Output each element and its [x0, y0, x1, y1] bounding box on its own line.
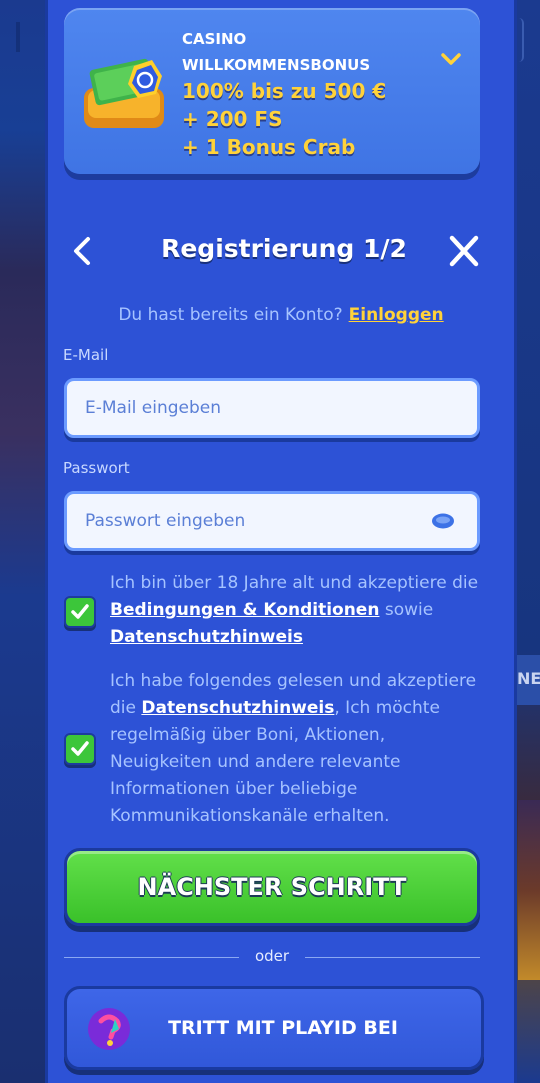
chevron-down-icon[interactable]	[440, 50, 462, 68]
checkmark-icon	[71, 604, 89, 619]
background-tab: NE	[515, 655, 540, 705]
background-menu-icon	[16, 22, 30, 52]
bonus-eyebrow-line1: CASINO	[182, 30, 247, 48]
eye-icon[interactable]	[431, 512, 455, 530]
consent-marketing-text: Ich habe folgendes gelesen und akzeptier…	[110, 668, 490, 830]
registration-modal: CASINO WILLKOMMENSBONUS 100% bis zu 500 …	[45, 0, 517, 1083]
email-label: E-Mail	[63, 346, 109, 364]
consent-age-text-a: Ich bin über 18 Jahre alt und akzeptiere…	[110, 573, 479, 593]
password-input[interactable]	[85, 494, 425, 548]
privacy-link[interactable]: Datenschutzhinweis	[110, 627, 303, 647]
playid-button[interactable]: TRITT MIT PLAYID BEI	[64, 986, 484, 1070]
next-step-button[interactable]: NÄCHSTER SCHRITT	[64, 848, 480, 926]
welcome-bonus-card[interactable]: CASINO WILLKOMMENSBONUS 100% bis zu 500 …	[64, 8, 480, 174]
terms-link[interactable]: Bedingungen & Konditionen	[110, 600, 379, 620]
consent-marketing: Ich habe folgendes gelesen und akzeptier…	[64, 668, 484, 832]
consent-age-checkbox[interactable]	[64, 596, 96, 628]
divider-line	[305, 957, 480, 958]
background-promo	[518, 800, 540, 980]
bonus-offer: 100% bis zu 500 € + 200 FS + 1 Bonus Cra…	[182, 77, 386, 161]
login-prompt-text: Du hast bereits ein Konto?	[118, 305, 343, 325]
consent-age-text-b: sowie	[384, 600, 434, 620]
login-prompt: Du hast bereits ein Konto? Einloggen	[48, 305, 514, 325]
bonus-eyebrow: CASINO WILLKOMMENSBONUS	[182, 26, 370, 78]
background-left	[0, 0, 45, 1083]
consent-marketing-checkbox[interactable]	[64, 733, 96, 765]
bonus-offer-line2: + 200 FS	[182, 107, 283, 131]
bonus-eyebrow-line2: WILLKOMMENSBONUS	[182, 56, 371, 74]
checkmark-icon	[71, 741, 89, 756]
divider: oder	[64, 947, 480, 967]
privacy-link[interactable]: Datenschutzhinweis	[141, 698, 334, 718]
consent-age-terms: Ich bin über 18 Jahre alt und akzeptiere…	[64, 570, 484, 652]
bonus-offer-line1: 100% bis zu 500 €	[182, 79, 387, 103]
email-field[interactable]	[64, 378, 480, 438]
divider-text: oder	[254, 947, 290, 965]
email-input[interactable]	[85, 381, 425, 435]
consent-age-text: Ich bin über 18 Jahre alt und akzeptiere…	[110, 570, 490, 651]
close-icon[interactable]	[446, 234, 482, 268]
money-chest-icon	[84, 58, 164, 128]
password-label: Passwort	[63, 459, 130, 477]
password-field[interactable]	[64, 491, 480, 551]
bonus-offer-line3: + 1 Bonus Crab	[182, 135, 356, 159]
playid-button-label: TRITT MIT PLAYID BEI	[168, 1017, 398, 1039]
registration-header: Registrierung 1/2	[48, 226, 520, 276]
login-link[interactable]: Einloggen	[349, 305, 444, 325]
